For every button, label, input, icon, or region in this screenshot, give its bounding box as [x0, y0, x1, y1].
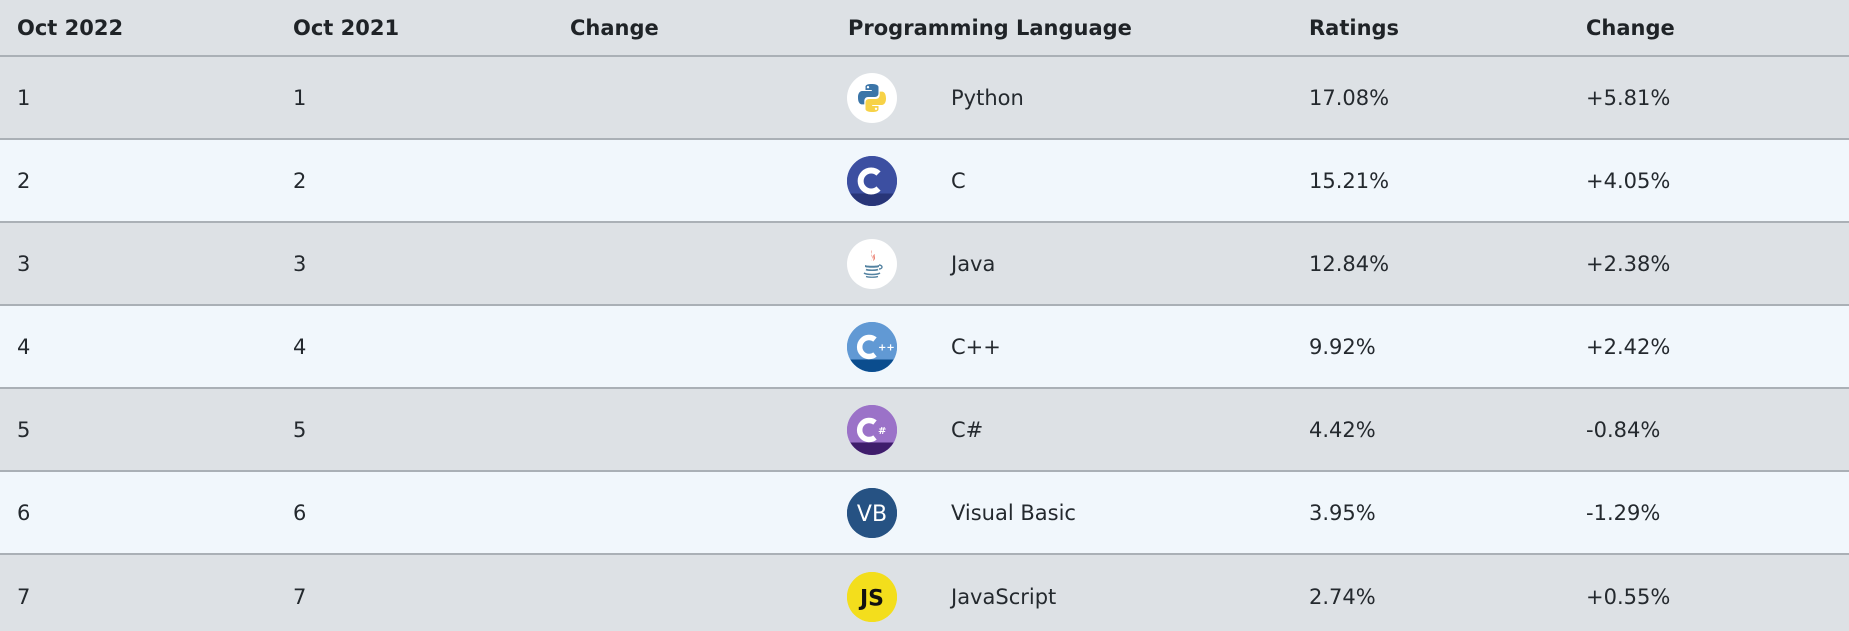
js-icon-label: JS	[858, 586, 884, 611]
language-name[interactable]: JavaScript	[951, 585, 1056, 609]
rating-change: -0.84%	[1586, 417, 1661, 442]
rank-previous: 2	[293, 168, 307, 193]
table-row: 2 2 C 15.21% +4.05%	[0, 140, 1849, 223]
language-name[interactable]: Python	[951, 86, 1024, 110]
vb-icon-label: VB	[857, 502, 887, 527]
language-cell: C	[847, 140, 966, 221]
table-row: 7 7 JS JavaScript 2.74% +0.55%	[0, 555, 1849, 631]
rating-change: +5.81%	[1586, 85, 1671, 110]
rank-previous: 7	[293, 584, 307, 609]
rank-current: 5	[17, 417, 31, 442]
rank-previous: 6	[293, 500, 307, 525]
rating-value: 4.42%	[1309, 417, 1376, 442]
rating-value: 12.84%	[1309, 251, 1390, 276]
header-ratings-change[interactable]: Change	[1586, 0, 1675, 55]
rank-current: 2	[17, 168, 31, 193]
header-change[interactable]: Change	[570, 0, 659, 55]
rating-change: +2.42%	[1586, 334, 1671, 359]
cpp-icon: ++	[847, 321, 897, 372]
header-previous-month[interactable]: Oct 2021	[293, 0, 399, 55]
rank-current: 1	[17, 85, 31, 110]
svg-text:++: ++	[878, 342, 895, 353]
language-name[interactable]: C	[951, 169, 966, 193]
rank-previous: 4	[293, 334, 307, 359]
header-current-month[interactable]: Oct 2022	[17, 0, 123, 55]
rank-previous: 1	[293, 85, 307, 110]
language-cell: ++ C++	[847, 306, 1001, 387]
table-row: 6 6 VB Visual Basic 3.95% -1.29%	[0, 472, 1849, 555]
language-name[interactable]: C#	[951, 418, 983, 442]
rating-value: 9.92%	[1309, 334, 1376, 359]
header-ratings[interactable]: Ratings	[1309, 0, 1399, 55]
rank-current: 4	[17, 334, 31, 359]
rating-change: +0.55%	[1586, 584, 1671, 609]
rank-current: 6	[17, 500, 31, 525]
javascript-icon: JS	[847, 571, 897, 622]
language-cell: JS JavaScript	[847, 555, 1056, 631]
ranking-table: Oct 2022 Oct 2021 Change Programming Lan…	[0, 0, 1849, 631]
visual-basic-icon: VB	[847, 487, 897, 538]
table-row: 5 5 # C# 4.42% -0.84%	[0, 389, 1849, 472]
svg-text:#: #	[878, 426, 886, 437]
c-icon	[847, 155, 897, 206]
language-name[interactable]: Java	[951, 252, 995, 276]
language-cell: Java	[847, 223, 995, 304]
csharp-icon: #	[847, 404, 897, 455]
rating-change: +2.38%	[1586, 251, 1671, 276]
rating-value: 15.21%	[1309, 168, 1390, 193]
rating-change: -1.29%	[1586, 500, 1661, 525]
java-icon	[847, 238, 897, 289]
table-row: 4 4 ++ C++ 9.92% +2.42%	[0, 306, 1849, 389]
table-row: 1 1 Python 17.08% +5.81%	[0, 57, 1849, 140]
python-icon	[847, 72, 897, 123]
table-row: 3 3 Java 12.84% +2.38%	[0, 223, 1849, 306]
rating-value: 2.74%	[1309, 584, 1376, 609]
rank-current: 3	[17, 251, 31, 276]
rating-value: 3.95%	[1309, 500, 1376, 525]
rank-previous: 5	[293, 417, 307, 442]
language-name[interactable]: Visual Basic	[951, 501, 1076, 525]
language-cell: # C#	[847, 389, 983, 470]
rank-previous: 3	[293, 251, 307, 276]
language-cell: Python	[847, 57, 1024, 138]
language-name[interactable]: C++	[951, 335, 1001, 359]
table-header-row: Oct 2022 Oct 2021 Change Programming Lan…	[0, 0, 1849, 57]
rating-value: 17.08%	[1309, 85, 1390, 110]
rank-current: 7	[17, 584, 31, 609]
header-programming-language[interactable]: Programming Language	[848, 0, 1132, 55]
language-cell: VB Visual Basic	[847, 472, 1076, 553]
rating-change: +4.05%	[1586, 168, 1671, 193]
